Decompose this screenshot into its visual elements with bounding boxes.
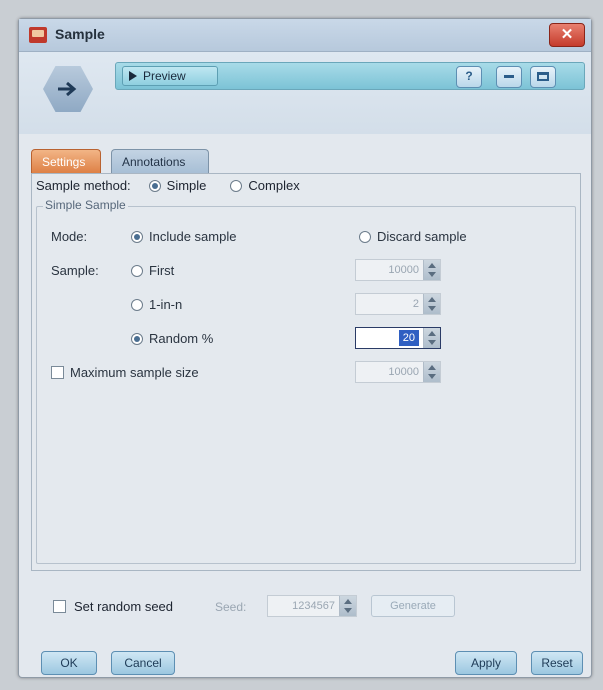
maximize-button[interactable] [530, 66, 556, 88]
first-count-spinner[interactable]: 10000 [355, 259, 441, 281]
sample-dialog: Sample ✕ Preview ? Settings Annotations [18, 18, 592, 678]
settings-panel: Sample method: Simple Complex Simple Sam… [31, 173, 581, 571]
spinner-arrows-icon[interactable] [423, 294, 440, 314]
first-count-value[interactable]: 10000 [356, 260, 423, 280]
tab-annotations[interactable]: Annotations [111, 149, 209, 174]
ok-button[interactable]: OK [41, 651, 97, 675]
spinner-arrows-icon[interactable] [423, 260, 440, 280]
sample-random-label[interactable]: Random % [149, 331, 213, 346]
random-percent-field[interactable]: 20 [356, 328, 423, 348]
method-simple-radio[interactable] [148, 179, 161, 192]
method-simple-label[interactable]: Simple [167, 178, 207, 193]
max-size-label[interactable]: Maximum sample size [70, 365, 199, 380]
node-arrow-icon [43, 66, 93, 112]
spinner-arrows-icon[interactable] [339, 596, 356, 616]
sample-1-in-n-label[interactable]: 1-in-n [149, 297, 182, 312]
generate-button[interactable]: Generate [371, 595, 455, 617]
reset-button[interactable]: Reset [531, 651, 583, 675]
sample-1-in-n-radio[interactable] [131, 298, 143, 311]
arrow-right-icon [58, 81, 77, 97]
seed-value[interactable]: 1234567 [268, 596, 339, 616]
mode-discard-radio[interactable] [359, 230, 371, 243]
spinner-arrows-icon[interactable] [423, 328, 440, 348]
cancel-button[interactable]: Cancel [111, 651, 175, 675]
minimize-icon [504, 75, 514, 79]
simple-sample-group-label: Simple Sample [43, 198, 128, 212]
mode-discard-option[interactable]: Discard sample [359, 229, 467, 244]
mode-include-option[interactable]: Include sample [131, 229, 236, 244]
random-percent-spinner[interactable]: 20 [355, 327, 441, 349]
seed-label: Seed: [215, 600, 247, 614]
minimize-button[interactable] [496, 66, 522, 88]
mode-include-radio[interactable] [131, 230, 143, 243]
method-complex-label[interactable]: Complex [248, 178, 299, 193]
random-percent-value[interactable]: 20 [398, 330, 419, 346]
max-size-value[interactable]: 10000 [356, 362, 423, 382]
sample-random-radio[interactable] [131, 332, 143, 345]
tab-settings[interactable]: Settings [31, 149, 101, 174]
close-button[interactable]: ✕ [549, 23, 585, 47]
sample-1-in-n-option[interactable]: 1-in-n [131, 297, 182, 312]
help-button[interactable]: ? [456, 66, 482, 88]
preview-bar: Preview ? [115, 62, 585, 90]
sample-label: Sample: [51, 263, 99, 278]
preview-label: Preview [143, 69, 186, 83]
method-complex-radio[interactable] [230, 179, 243, 192]
n-value-spinner[interactable]: 2 [355, 293, 441, 315]
mode-include-label[interactable]: Include sample [149, 229, 236, 244]
random-seed-row[interactable]: Set random seed [53, 599, 173, 614]
window-title: Sample [55, 26, 105, 42]
mode-label: Mode: [51, 229, 88, 244]
sample-method-row: Sample method: Simple Complex [36, 178, 300, 193]
mode-discard-label[interactable]: Discard sample [377, 229, 467, 244]
n-value[interactable]: 2 [356, 294, 423, 314]
random-seed-checkbox[interactable] [53, 600, 66, 613]
preview-button[interactable]: Preview [122, 66, 218, 86]
random-seed-label[interactable]: Set random seed [74, 599, 173, 614]
apply-button[interactable]: Apply [455, 651, 517, 675]
sample-first-option[interactable]: First [131, 263, 174, 278]
sample-random-option[interactable]: Random % [131, 331, 213, 346]
simple-sample-group: Simple Sample Mode: Include sample Disca… [36, 198, 576, 564]
sample-method-label: Sample method: [36, 178, 131, 193]
play-icon [129, 71, 137, 81]
sample-first-radio[interactable] [131, 264, 143, 277]
maximize-icon [537, 72, 549, 82]
sample-first-label[interactable]: First [149, 263, 174, 278]
seed-spinner[interactable]: 1234567 [267, 595, 357, 617]
toolbar: Preview ? [19, 52, 591, 134]
max-size-option[interactable]: Maximum sample size [51, 365, 199, 380]
spinner-arrows-icon[interactable] [423, 362, 440, 382]
max-size-spinner[interactable]: 10000 [355, 361, 441, 383]
title-bar: Sample ✕ [19, 19, 591, 52]
sample-node-icon [29, 27, 47, 43]
max-size-checkbox[interactable] [51, 366, 64, 379]
